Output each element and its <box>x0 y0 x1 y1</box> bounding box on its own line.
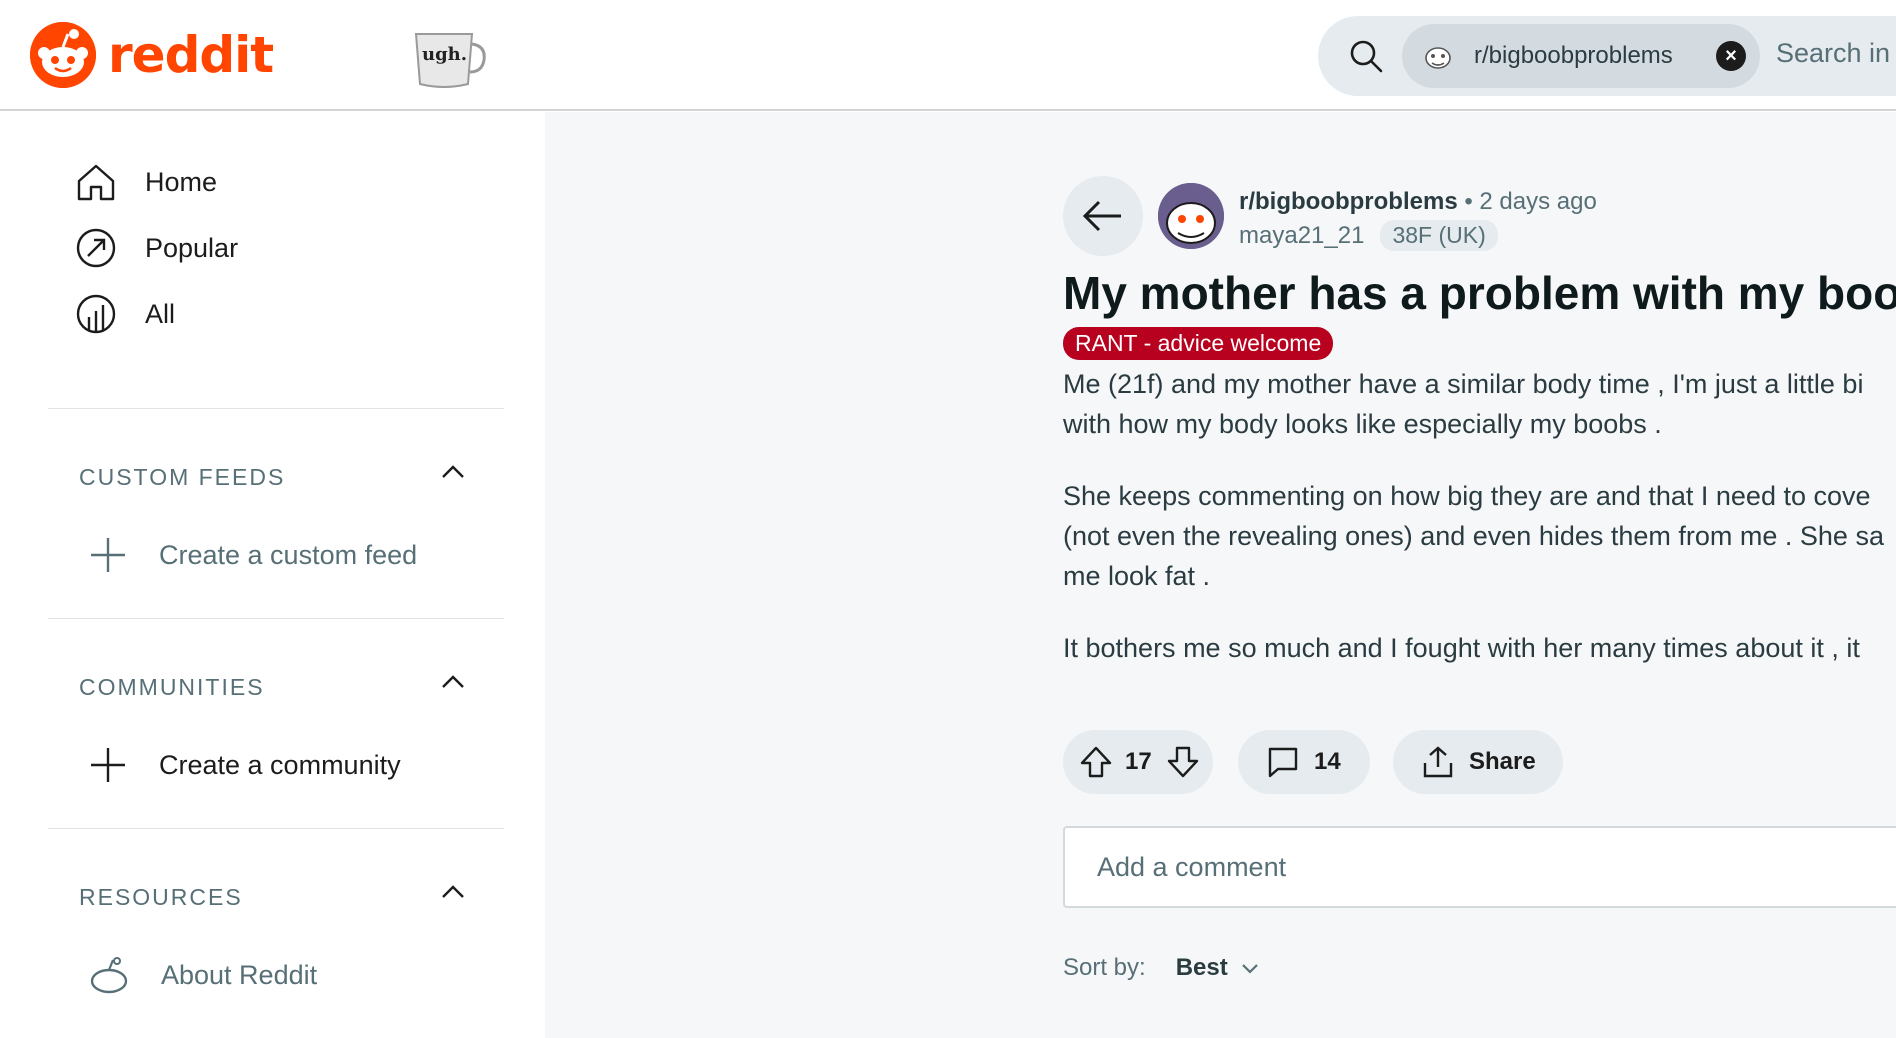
create-custom-feed-button[interactable]: Create a custom feed <box>89 530 417 580</box>
search-icon <box>1350 40 1383 73</box>
post-time: • 2 days ago <box>1464 188 1597 215</box>
subreddit-avatar-icon <box>1425 47 1451 69</box>
post-body: Me (21f) and my mother have a similar bo… <box>1063 364 1896 700</box>
sidebar-item-label: Popular <box>145 232 239 263</box>
subreddit-avatar-icon <box>1158 183 1224 249</box>
about-reddit-link[interactable]: About Reddit <box>89 950 317 1000</box>
chevron-up-icon[interactable] <box>439 458 467 486</box>
share-button[interactable]: Share <box>1393 730 1563 794</box>
reddit-alien-logo-icon <box>30 22 96 88</box>
post-line: me look fat . <box>1063 561 1211 591</box>
home-icon <box>77 164 115 201</box>
subreddit-link[interactable]: r/bigboobproblems <box>1239 188 1458 215</box>
post-line: She keeps commenting on how big they are… <box>1063 481 1871 511</box>
sidebar-item-all[interactable]: All <box>75 284 175 344</box>
post-line: (not even the revealing ones) and even h… <box>1063 521 1884 551</box>
post-meta: r/bigboobproblems • 2 days ago <box>1239 188 1597 216</box>
sidebar-item-popular[interactable]: Popular <box>75 218 238 278</box>
all-icon <box>76 294 116 334</box>
subreddit-search-chip[interactable]: r/bigboobproblems × <box>1402 24 1760 88</box>
post-line: with how my body looks like especially m… <box>1063 409 1662 439</box>
share-label: Share <box>1469 748 1536 775</box>
reddit-alien-icon <box>90 957 128 994</box>
create-custom-feed-label: Create a custom feed <box>159 539 418 570</box>
arrow-left-icon <box>1082 200 1121 232</box>
popular-icon <box>76 228 116 268</box>
post-title: My mother has a problem with my boo <box>1063 267 1896 319</box>
sidebar-item-home[interactable]: Home <box>75 152 217 212</box>
post-paragraph: Me (21f) and my mother have a similar bo… <box>1063 364 1896 444</box>
about-reddit-label: About Reddit <box>161 959 318 990</box>
sidebar-divider <box>48 618 504 619</box>
vote-controls: 17 <box>1063 730 1213 794</box>
comment-icon <box>1268 747 1298 778</box>
create-community-button[interactable]: Create a community <box>89 740 401 790</box>
section-title-communities[interactable]: COMMUNITIES <box>79 674 265 701</box>
left-sidebar: Home Popular All CUSTOM FEEDS Create a c… <box>15 112 545 1038</box>
plus-icon <box>91 748 125 782</box>
share-icon <box>1423 746 1453 778</box>
search-bar[interactable]: r/bigboobproblems × Search in <box>1318 16 1896 96</box>
comments-button[interactable]: 14 <box>1238 730 1370 794</box>
comment-input[interactable]: Add a comment <box>1063 826 1896 908</box>
downvote-icon[interactable] <box>1166 745 1200 779</box>
vote-count: 17 <box>1125 748 1152 775</box>
section-title-resources[interactable]: RESOURCES <box>79 884 243 911</box>
search-chip-label: r/bigboobproblems <box>1474 42 1673 69</box>
post-author-row: maya21_21 38F (UK) <box>1239 220 1498 251</box>
sort-control: Sort by: Best <box>1063 954 1260 982</box>
post-line: Me (21f) and my mother have a similar bo… <box>1063 369 1864 399</box>
mug-text: ugh. <box>422 44 467 65</box>
comment-placeholder: Add a comment <box>1097 852 1287 882</box>
post-paragraph: She keeps commenting on how big they are… <box>1063 476 1896 596</box>
author-link[interactable]: maya21_21 <box>1239 222 1364 250</box>
user-flair-badge: 38F (UK) <box>1380 220 1498 251</box>
plus-icon <box>91 538 125 572</box>
chevron-down-icon[interactable] <box>1240 958 1260 978</box>
user-avatar-mug[interactable]: ugh. <box>410 28 490 92</box>
sidebar-divider <box>48 828 504 829</box>
close-icon[interactable]: × <box>1716 41 1746 71</box>
reddit-logo[interactable]: reddit <box>30 22 274 88</box>
search-placeholder[interactable]: Search in <box>1776 38 1890 69</box>
comment-count: 14 <box>1314 748 1341 775</box>
post-flair-badge[interactable]: RANT - advice welcome <box>1063 327 1334 360</box>
section-title-custom-feeds[interactable]: CUSTOM FEEDS <box>79 464 285 491</box>
sidebar-item-label: All <box>145 298 176 329</box>
sidebar-item-label: Home <box>145 166 218 197</box>
chevron-up-icon[interactable] <box>439 668 467 696</box>
sidebar-divider <box>48 408 504 409</box>
top-bar: reddit ugh. r/bigboobproblems × Search i… <box>0 0 1896 111</box>
logo-wordmark: reddit <box>108 26 274 84</box>
sort-dropdown[interactable]: Best <box>1176 954 1228 982</box>
back-button[interactable] <box>1063 176 1143 256</box>
create-community-label: Create a community <box>159 749 401 780</box>
chevron-up-icon[interactable] <box>439 878 467 906</box>
upvote-icon[interactable] <box>1079 745 1113 779</box>
subreddit-avatar[interactable] <box>1158 183 1224 249</box>
post-line: It bothers me so much and I fought with … <box>1063 633 1860 663</box>
sort-label: Sort by: <box>1063 954 1146 981</box>
post-paragraph: It bothers me so much and I fought with … <box>1063 628 1896 668</box>
